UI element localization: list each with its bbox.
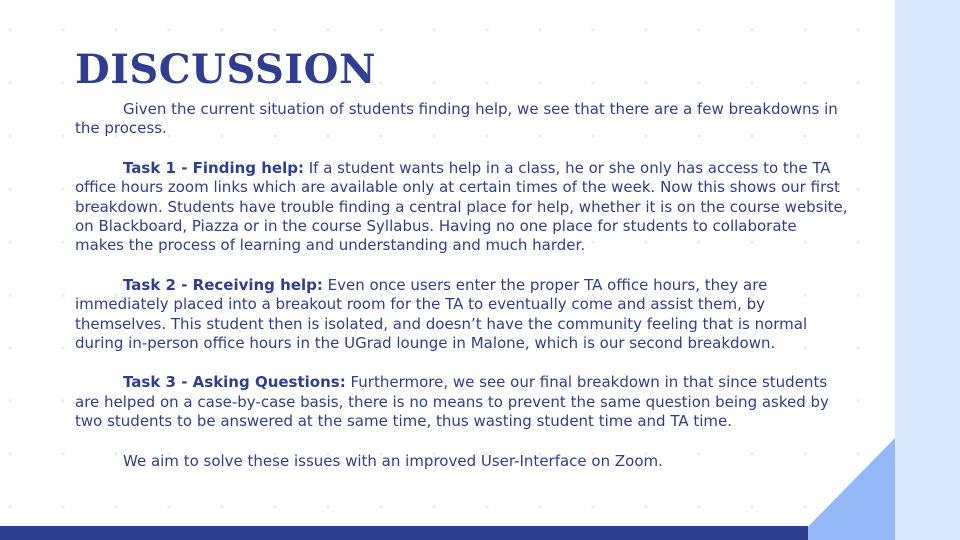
task-2-label: Task 2 - Receiving help: <box>123 275 323 294</box>
task-3-label: Task 3 - Asking Questions: <box>123 373 346 392</box>
slide-body: Given the current situation of students … <box>75 100 850 471</box>
bottom-accent-bar <box>0 526 808 540</box>
intro-paragraph: Given the current situation of students … <box>75 100 838 138</box>
task-2-paragraph: Task 2 - Receiving help: Even once users… <box>75 276 850 354</box>
task-1-paragraph: Task 1 - Finding help: If a student want… <box>75 159 850 256</box>
slide-title: DISCUSSION <box>75 46 377 93</box>
task-1-label: Task 1 - Finding help: <box>123 158 304 177</box>
task-3-paragraph: Task 3 - Asking Questions: Furthermore, … <box>75 373 850 431</box>
conclusion-paragraph: We aim to solve these issues with an imp… <box>123 451 663 470</box>
slide: DISCUSSION Given the current situation o… <box>0 0 960 540</box>
